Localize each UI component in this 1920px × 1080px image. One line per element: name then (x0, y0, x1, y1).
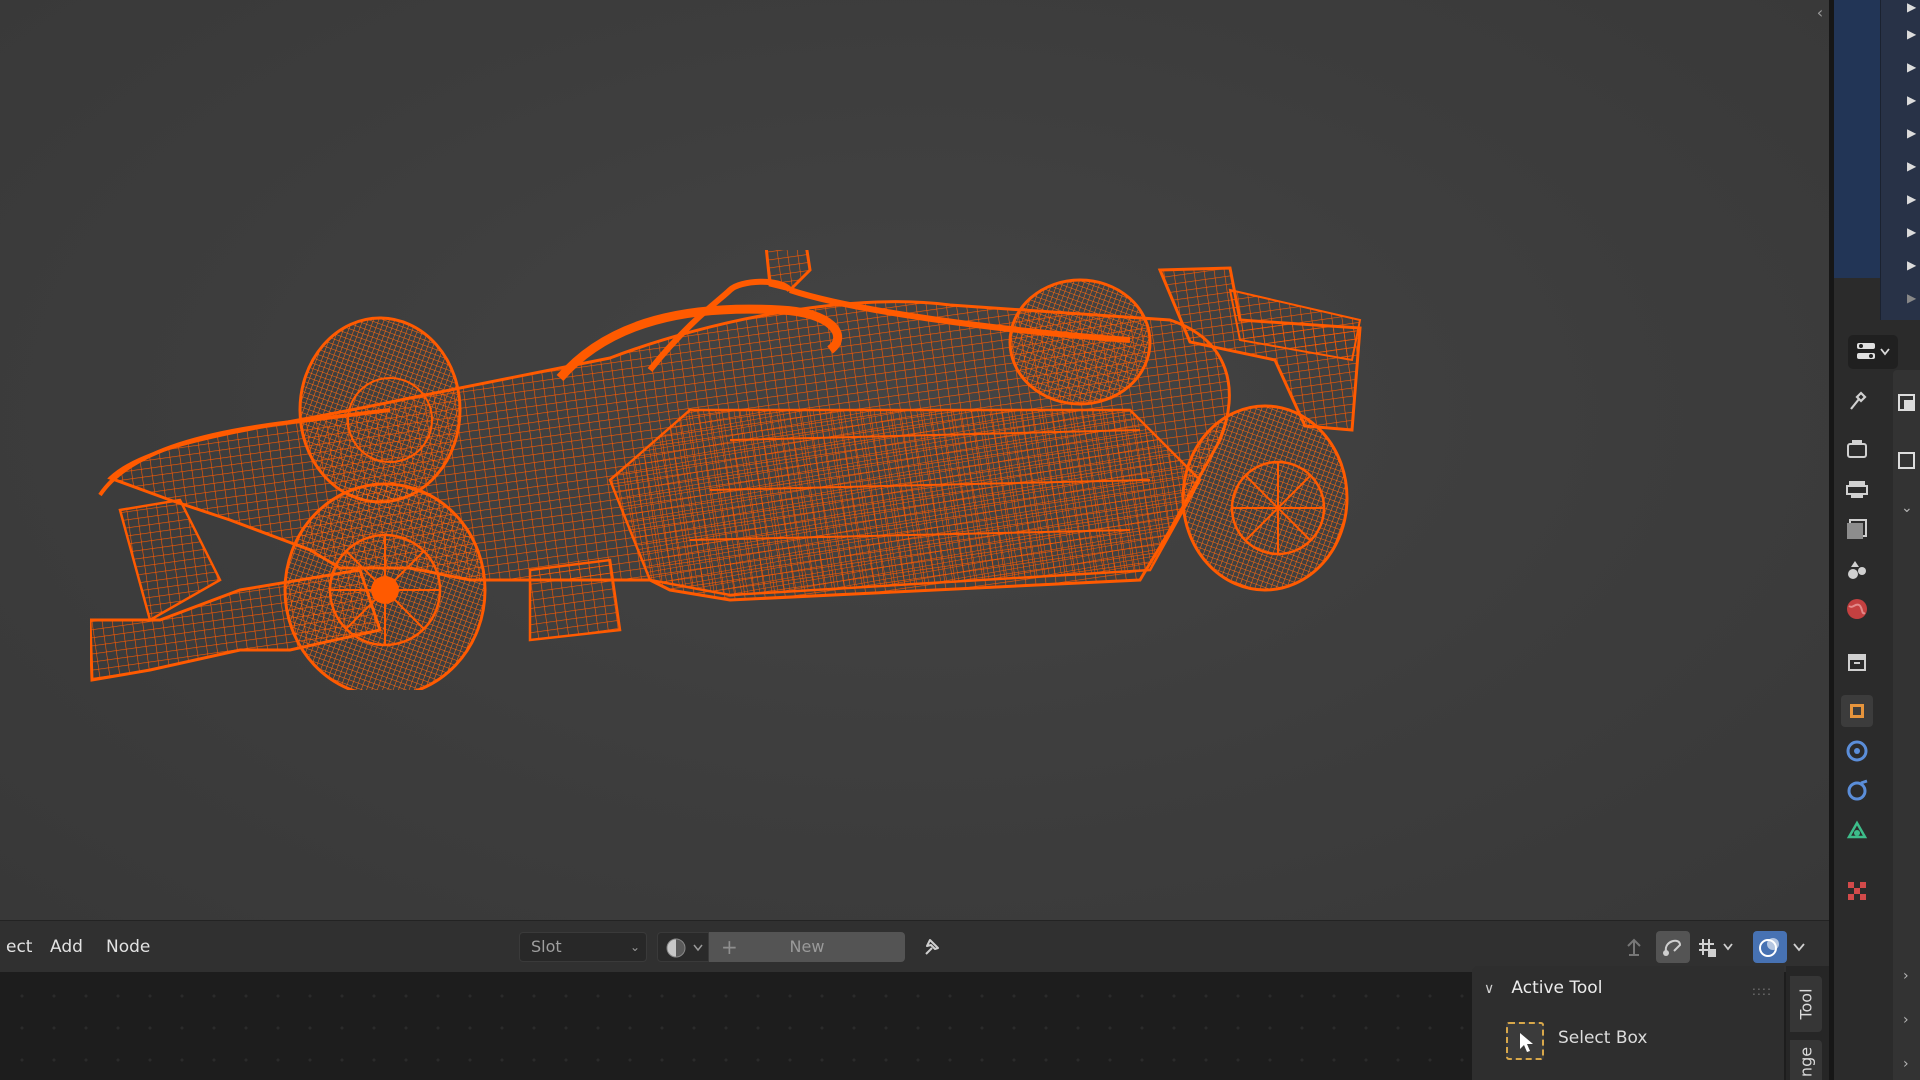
chassis (90, 250, 1231, 682)
slot-dropdown[interactable]: Slot ⌄ (519, 932, 647, 962)
new-button-label: New (789, 937, 825, 956)
pin-icon[interactable] (918, 932, 944, 962)
parent-node-tree-icon[interactable] (1617, 931, 1651, 963)
sidebar-tabs: Tool nge (1786, 966, 1829, 1080)
expand-arrow-icon[interactable]: ▶ (1907, 60, 1916, 74)
texture-properties-icon[interactable] (1841, 875, 1873, 907)
outliner-selection (1834, 0, 1880, 278)
physics-properties-icon[interactable] (1841, 775, 1873, 807)
select-mode-buttons[interactable] (1496, 1074, 1576, 1080)
expand-arrow-icon[interactable]: ▶ (1907, 27, 1916, 41)
scene-properties-icon[interactable] (1841, 553, 1873, 585)
collection-properties-icon[interactable] (1841, 645, 1873, 677)
blender-window: ‹ ect Add Node Slot ⌄ + New ∨ Active Too… (0, 0, 1920, 1080)
active-tool-name: Select Box (1558, 1028, 1648, 1048)
snap-toggle-icon[interactable] (1656, 931, 1690, 963)
chevron-left-icon[interactable]: ‹ (1812, 2, 1828, 24)
snap-element-dropdown[interactable] (1694, 931, 1742, 963)
tab-tool[interactable]: Tool (1790, 976, 1822, 1032)
expand-arrow-icon[interactable]: ▶ (1907, 225, 1916, 239)
expand-arrow-icon[interactable]: ▶ (1907, 258, 1916, 272)
restore-icon[interactable] (1895, 448, 1919, 474)
properties-tabs (1834, 385, 1880, 1065)
expand-arrow-icon[interactable]: ▶ (1907, 192, 1916, 206)
chevron-down-icon[interactable]: ⌄ (1901, 500, 1913, 516)
render-properties-icon[interactable] (1841, 433, 1873, 465)
menu-add[interactable]: Add (44, 934, 89, 960)
editor-type-dropdown[interactable] (1848, 335, 1898, 369)
chevron-down-icon: ∨ (1484, 981, 1495, 997)
material-browse-button[interactable] (657, 932, 709, 962)
object-data-properties-icon[interactable] (1841, 815, 1873, 847)
sidebar-panel: ∨ Active Tool :::: Select Box (1472, 966, 1784, 1080)
view-layer-properties-icon[interactable] (1841, 513, 1873, 545)
maximize-icon[interactable] (1895, 390, 1919, 416)
active-tool-title: Active Tool (1511, 978, 1603, 998)
3d-viewport[interactable]: ‹ (0, 0, 1829, 920)
chevron-right-icon[interactable]: › (1903, 1056, 1909, 1072)
expand-arrow-icon[interactable]: ▶ (1907, 93, 1916, 107)
front-wheel-near (283, 482, 487, 690)
expand-arrow-icon[interactable]: ▶ (1907, 126, 1916, 140)
rear-wheel-near (1181, 404, 1349, 592)
overlays-toggle-icon[interactable] (1753, 931, 1787, 963)
tab-tool-label: Tool (1796, 988, 1816, 1020)
material-sphere-icon (666, 938, 703, 958)
node-editor-header: ect Add Node (0, 920, 1829, 972)
overlays-dropdown-chevron-icon[interactable] (1787, 931, 1811, 963)
chevron-right-icon[interactable]: › (1903, 1012, 1909, 1028)
object-properties-icon[interactable] (1841, 695, 1873, 727)
menu-select[interactable]: ect (0, 934, 38, 960)
expand-arrow-icon[interactable]: ▶ (1907, 0, 1916, 14)
tab-range[interactable]: nge (1790, 1040, 1822, 1080)
f1-car-wireframe[interactable] (90, 250, 1390, 690)
active-tool-panel-header[interactable]: ∨ Active Tool (1484, 974, 1602, 1002)
expand-arrow-icon[interactable]: ▶ (1907, 291, 1916, 305)
chevron-down-icon: ⌄ (629, 940, 640, 954)
outliner-list: ▶ ▶ ▶ ▶ ▶ ▶ ▶ ▶ ▶ ▶ (1880, 0, 1920, 320)
expand-arrow-icon[interactable]: ▶ (1907, 159, 1916, 173)
tab-range-label: nge (1796, 1046, 1816, 1078)
properties-content: ⌄ › › › (1893, 370, 1920, 1080)
chevron-right-icon[interactable]: › (1903, 968, 1909, 984)
tool-properties-icon[interactable] (1841, 385, 1873, 417)
world-properties-icon[interactable] (1841, 593, 1873, 625)
drag-handle-icon[interactable]: :::: (1752, 984, 1772, 998)
output-properties-icon[interactable] (1841, 473, 1873, 505)
new-material-button[interactable]: + New (709, 932, 905, 962)
modifier-properties-icon[interactable] (1841, 735, 1873, 767)
select-box-icon[interactable] (1506, 1022, 1544, 1060)
slot-label: Slot (531, 937, 562, 956)
menu-node[interactable]: Node (100, 934, 156, 960)
outliner[interactable]: ▶ ▶ ▶ ▶ ▶ ▶ ▶ ▶ ▶ ▶ (1834, 0, 1920, 325)
